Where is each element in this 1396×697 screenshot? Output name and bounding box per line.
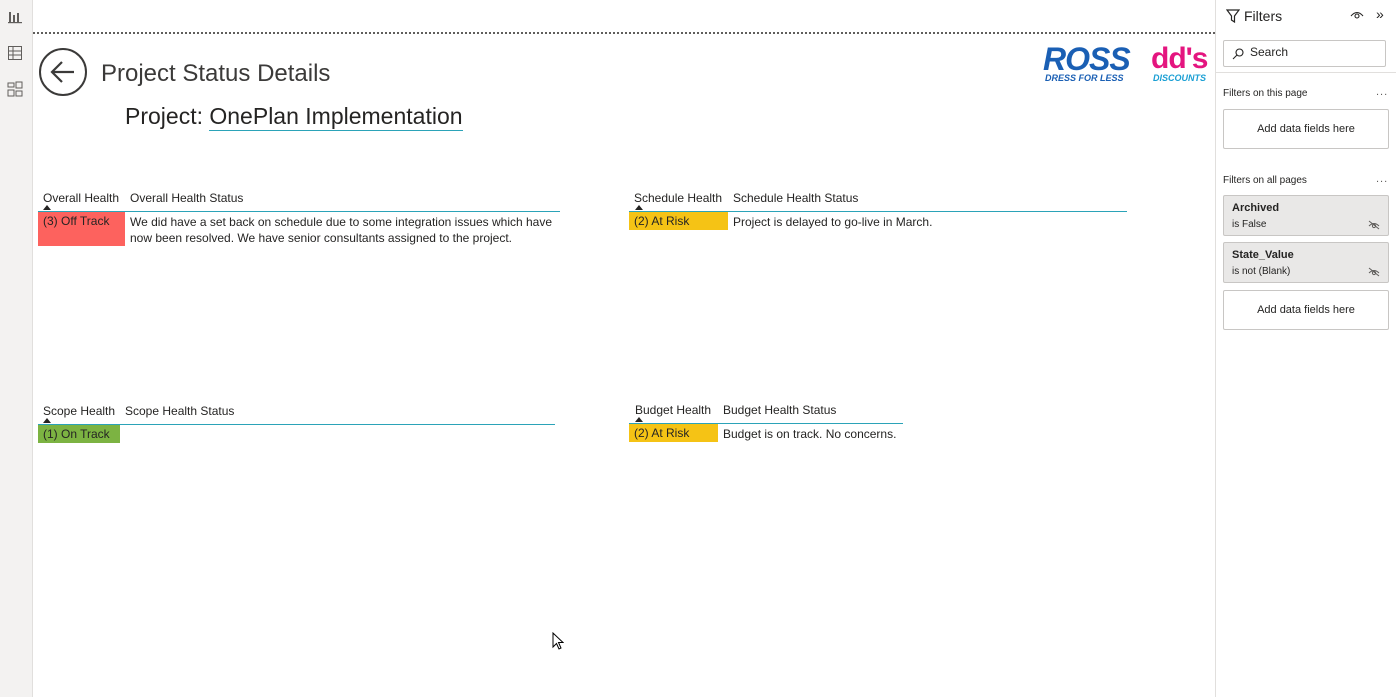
filter-search-box[interactable] [1223, 40, 1386, 67]
scope-health-table[interactable]: Scope Health Scope Health Status (1) On … [38, 404, 555, 448]
budget-health-table[interactable]: Budget Health Budget Health Status (2) A… [629, 403, 903, 447]
schedule-health-cell: (2) At Risk [629, 212, 728, 230]
filter-card-archived[interactable]: Archived is False [1223, 195, 1389, 236]
mouse-cursor-icon [552, 631, 565, 655]
scope-health-cell: (1) On Track [38, 425, 120, 443]
overall-health-table[interactable]: Overall Health Overall Health Status (3)… [38, 191, 560, 251]
filter-card-condition: is not (Blank) [1232, 266, 1291, 277]
add-page-filter-well[interactable]: Add data fields here [1223, 109, 1389, 149]
filters-on-page-label: Filters on this page [1223, 88, 1308, 99]
hidden-eye-icon[interactable] [1368, 264, 1380, 282]
dds-logo-text: dd's [1151, 42, 1208, 75]
project-heading: Project: OnePlan Implementation [125, 103, 463, 131]
budget-health-cell: (2) At Risk [629, 424, 718, 442]
budget-health-header[interactable]: Budget Health [635, 403, 711, 417]
overall-status-cell: We did have a set back on schedule due t… [130, 215, 553, 245]
schedule-health-header[interactable]: Schedule Health [634, 191, 722, 205]
filters-pane: Filters » Filters on this page ... Add d… [1215, 0, 1396, 697]
ross-logo-text: ROSS [1043, 41, 1131, 77]
report-view-icon[interactable] [6, 8, 24, 26]
dds-tagline: DISCOUNTS [1153, 73, 1207, 83]
sort-asc-icon [635, 205, 643, 210]
overall-status-header[interactable]: Overall Health Status [130, 191, 243, 205]
schedule-status-cell: Project is delayed to go-live in March. [733, 215, 933, 229]
filters-all-pages-label: Filters on all pages [1223, 175, 1307, 186]
eye-icon[interactable] [1350, 8, 1364, 26]
budget-status-header[interactable]: Budget Health Status [723, 403, 836, 417]
filters-title: Filters [1244, 8, 1283, 24]
collapse-chevron-icon[interactable]: » [1376, 6, 1384, 22]
funnel-icon [1225, 9, 1241, 28]
scope-health-header[interactable]: Scope Health [43, 404, 115, 418]
overall-health-header[interactable]: Overall Health [43, 191, 119, 205]
sort-asc-icon [43, 205, 51, 210]
brand-logo: ROSS dd's DRESS FOR LESS DISCOUNTS [1043, 41, 1213, 86]
view-switcher-rail [0, 0, 33, 697]
filter-card-condition: is False [1232, 219, 1267, 230]
page-title: Project Status Details [101, 60, 331, 87]
sort-asc-icon [635, 417, 643, 422]
back-button[interactable] [39, 48, 87, 96]
ross-tagline: DRESS FOR LESS [1045, 73, 1124, 83]
search-divider [1216, 72, 1396, 73]
schedule-health-table[interactable]: Schedule Health Schedule Health Status (… [629, 191, 1127, 235]
budget-status-cell: Budget is on track. No concerns. [723, 427, 897, 441]
filter-card-name: Archived [1232, 202, 1280, 214]
back-arrow-icon [50, 61, 74, 83]
more-options-icon[interactable]: ... [1376, 86, 1388, 98]
schedule-status-header[interactable]: Schedule Health Status [733, 191, 858, 205]
overall-health-cell: (3) Off Track [38, 212, 125, 246]
filter-search-input[interactable] [1250, 45, 1380, 59]
project-label: Project: [125, 103, 203, 129]
report-canvas: Project Status Details Project: OnePlan … [33, 0, 1215, 697]
data-view-icon[interactable] [6, 44, 24, 62]
search-icon [1232, 47, 1244, 65]
project-name: OnePlan Implementation [209, 103, 463, 131]
more-options-icon[interactable]: ... [1376, 173, 1388, 185]
filter-card-name: State_Value [1232, 249, 1294, 261]
scope-status-header[interactable]: Scope Health Status [125, 404, 234, 418]
sort-asc-icon [43, 418, 51, 423]
hidden-eye-icon[interactable] [1368, 217, 1380, 235]
filter-card-state-value[interactable]: State_Value is not (Blank) [1223, 242, 1389, 283]
page-top-divider [33, 32, 1215, 34]
add-all-pages-filter-well[interactable]: Add data fields here [1223, 290, 1389, 330]
model-view-icon[interactable] [6, 80, 24, 98]
